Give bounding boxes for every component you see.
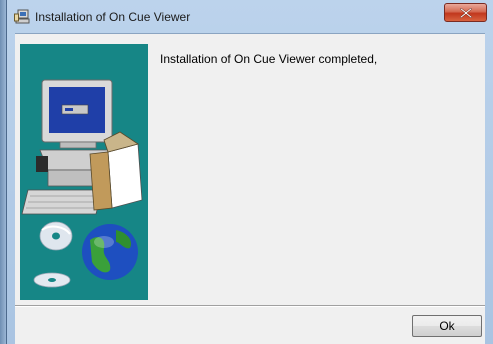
footer-separator [15,305,485,307]
window-title: Installation of On Cue Viewer [35,10,191,24]
completion-message: Installation of On Cue Viewer completed, [160,52,378,66]
ok-button[interactable]: Ok [412,315,482,337]
dialog-body: Installation of On Cue Viewer completed,… [15,33,485,344]
title-bar[interactable]: Installation of On Cue Viewer [7,0,493,33]
close-button[interactable] [444,3,487,22]
computer-install-illustration [20,44,148,300]
installer-icon [14,9,30,25]
close-icon [460,8,472,18]
installer-dialog: Installation of On Cue Viewer Installati… [6,0,493,344]
